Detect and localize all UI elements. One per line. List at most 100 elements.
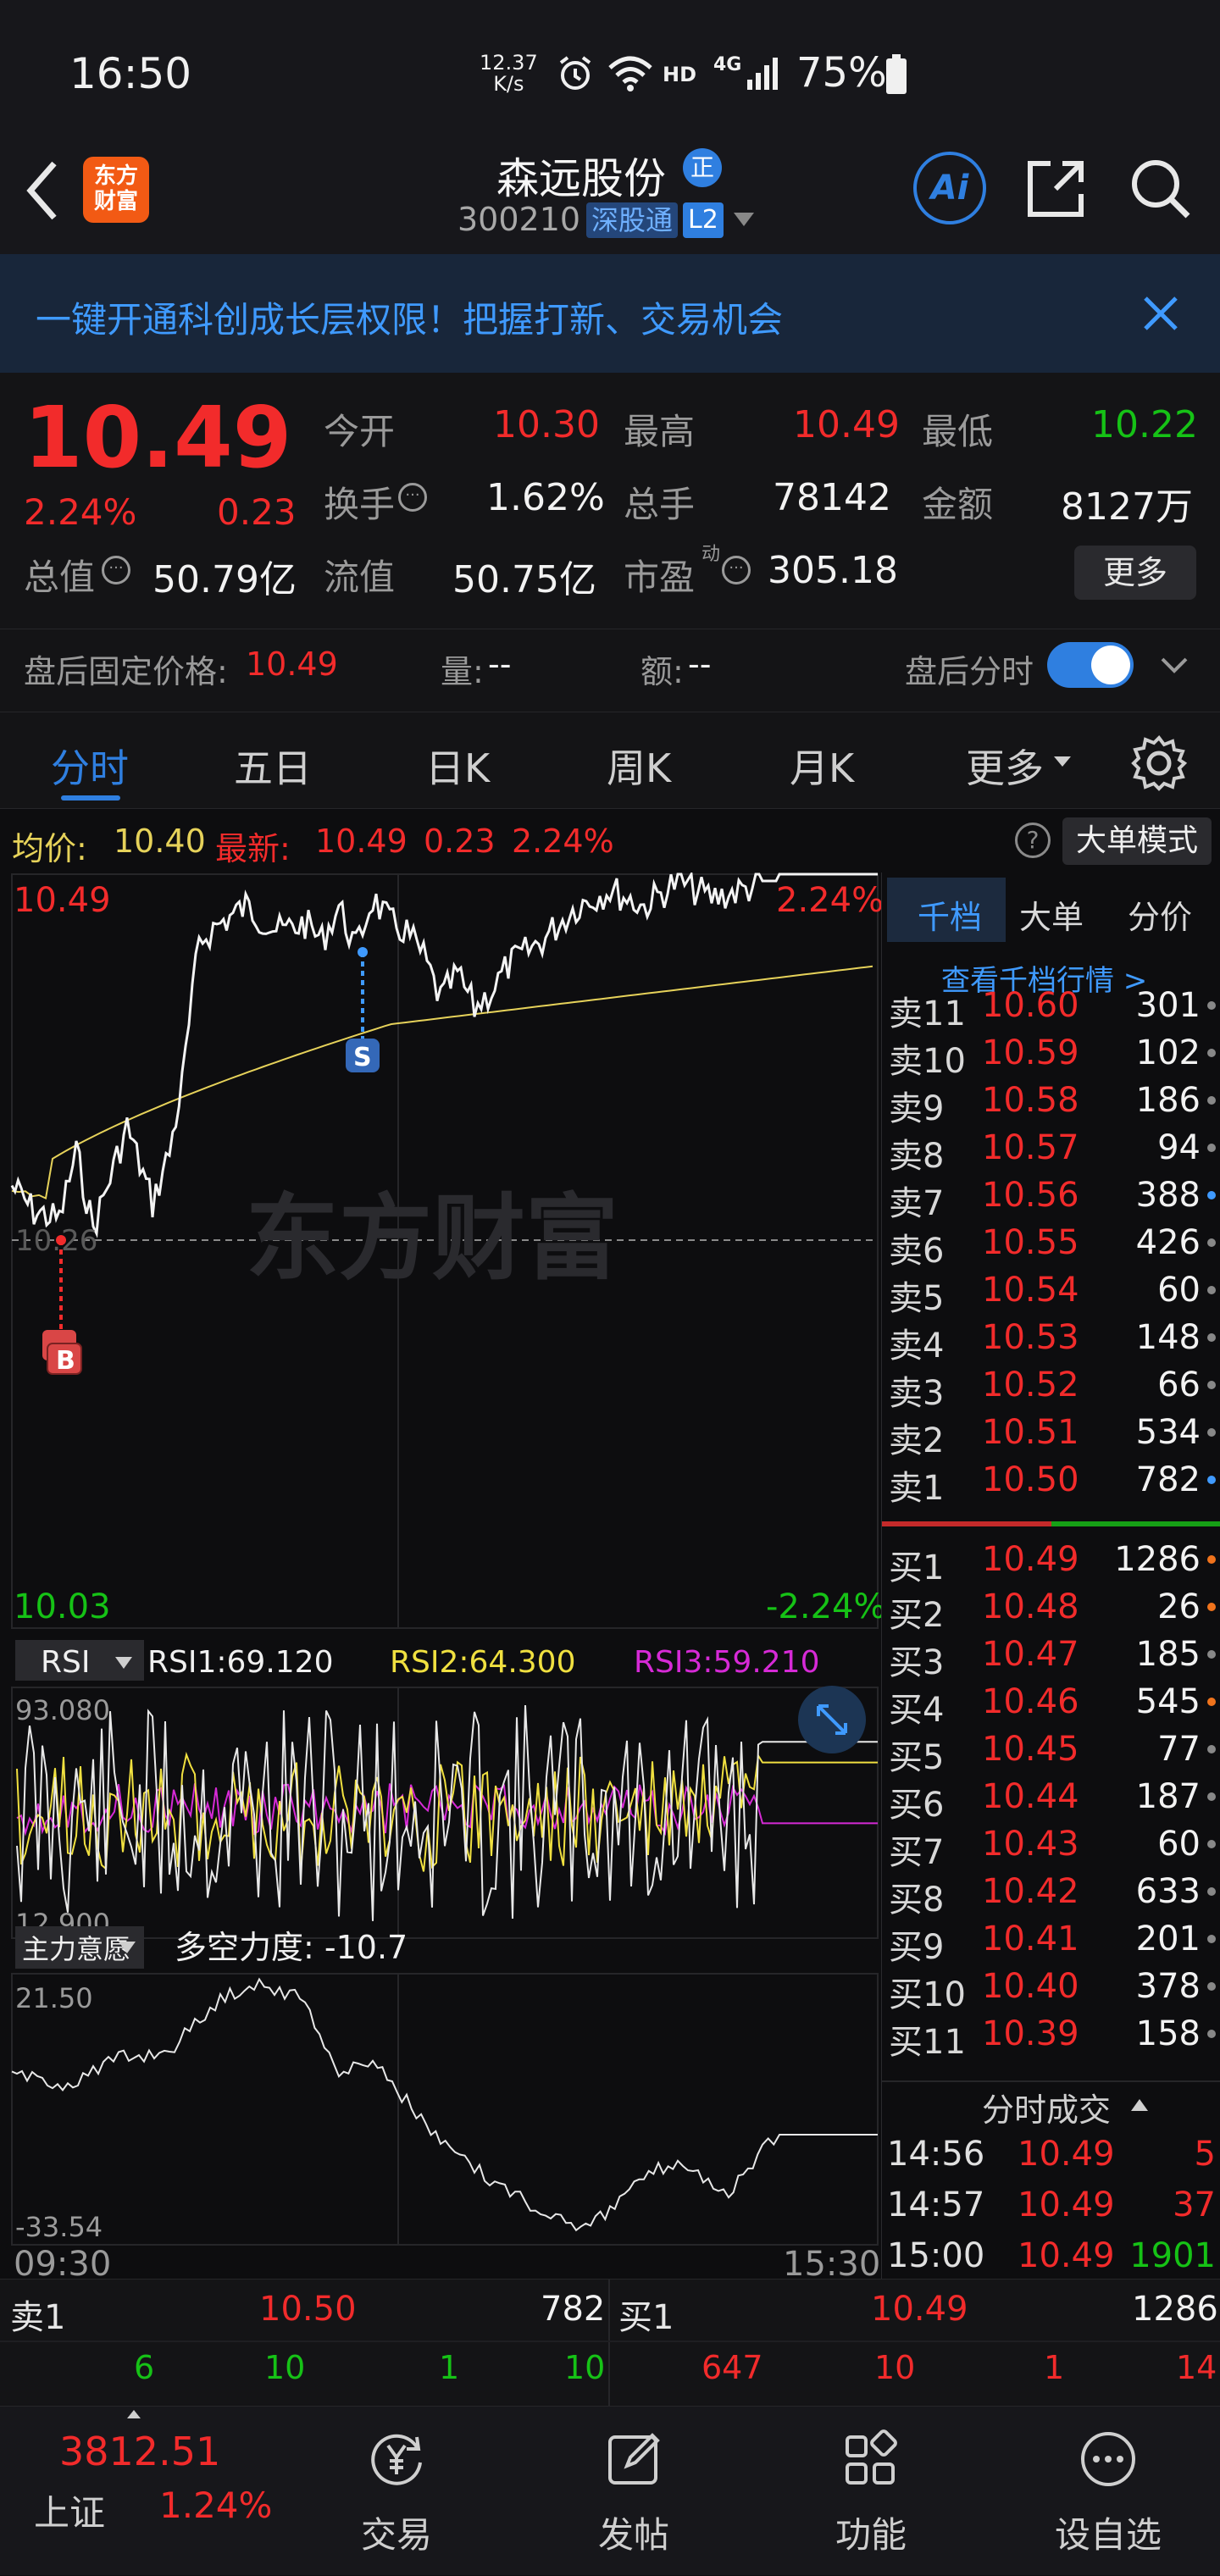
tab-thousand-levels[interactable]: 千档 — [887, 878, 1006, 942]
nav-post[interactable]: 发帖 — [508, 2407, 746, 2576]
ask-row[interactable]: 卖10 10.59 102 — [882, 1028, 1220, 1081]
ask-row[interactable]: 卖6 10.55 426 — [882, 1218, 1220, 1271]
order-dot — [1207, 1286, 1216, 1294]
info-icon[interactable]: ··· — [398, 483, 427, 512]
ask-row[interactable]: 卖9 10.58 186 — [882, 1076, 1220, 1128]
buy-marker[interactable]: B — [56, 1346, 75, 1376]
ask-row[interactable]: 卖5 10.54 60 — [882, 1266, 1220, 1318]
ask-row[interactable]: 卖2 10.51 534 — [882, 1408, 1220, 1460]
tab-intraday[interactable]: 分时 — [51, 738, 129, 794]
close-icon[interactable] — [1142, 295, 1179, 332]
intraday-chart[interactable]: 东方财富 B S 10.49 2.24% 10.26 10.03 -2.24% … — [0, 873, 881, 2279]
bid-row[interactable]: 买10 10.40 378 — [882, 1962, 1220, 2014]
bid-row[interactable]: 买11 10.39 158 — [882, 2009, 1220, 2062]
tab-big-order[interactable]: 大单 — [1019, 891, 1084, 938]
nav-trade-label[interactable]: 交易 — [271, 2507, 522, 2558]
wifi-icon — [608, 56, 652, 91]
nav-functions-label[interactable]: 功能 — [746, 2507, 996, 2558]
tick-price: 10.49 — [1018, 2236, 1115, 2275]
bid-price: 10.44 — [982, 1777, 1079, 1816]
app-logo[interactable]: 东方 财富 — [83, 157, 149, 223]
banner-text[interactable]: 一键开通科创成长层权限！把握打新、交易机会 — [36, 291, 783, 343]
rsi-selector-label[interactable]: RSI — [41, 1645, 90, 1680]
info-icon[interactable]: ··· — [722, 556, 751, 584]
promo-banner[interactable]: 一键开通科创成长层权限！把握打新、交易机会 — [0, 254, 1220, 373]
nav-watchlist-label[interactable]: 设自选 — [983, 2507, 1220, 2558]
intent-selector-label[interactable]: 主力意愿 — [22, 1933, 130, 1965]
chevron-down-icon[interactable] — [1159, 652, 1190, 678]
compose-icon — [608, 2433, 660, 2485]
ask-bid-ratio-red — [882, 1521, 1051, 1526]
order-book-panel: 千档 大单 分价 查看千档行情 > 卖11 10.60 301 卖10 10.5… — [881, 873, 1220, 2279]
bid-row[interactable]: 买8 10.42 633 — [882, 1867, 1220, 1920]
sell-marker[interactable]: S — [353, 1043, 372, 1072]
ai-assistant-icon[interactable]: Ai — [913, 152, 986, 224]
tab-more[interactable]: 更多 — [966, 738, 1044, 794]
bid-level-label: 买11 — [889, 2023, 966, 2062]
bid-row[interactable]: 买9 10.41 201 — [882, 1914, 1220, 1967]
bid-price: 10.40 — [982, 1967, 1079, 2006]
app-logo-line2: 财富 — [93, 189, 138, 214]
tab-daily-k[interactable]: 日K — [425, 738, 490, 794]
signal-icon — [747, 58, 778, 90]
turnover-value: 1.62% — [486, 476, 605, 519]
share-icon[interactable] — [1022, 155, 1090, 223]
ticks-title[interactable]: 分时成交 — [982, 2084, 1111, 2130]
bid-price: 10.41 — [982, 1920, 1079, 1958]
bid-row[interactable]: 买6 10.44 187 — [882, 1772, 1220, 1825]
ask-price: 10.53 — [982, 1318, 1079, 1357]
bid-volume: 185 — [1135, 1635, 1201, 1674]
battery-icon — [886, 54, 907, 94]
watermark: 东方财富 — [246, 1187, 618, 1291]
big-order-mode-button[interactable]: 大单模式 — [1062, 817, 1212, 865]
index-ticker[interactable]: 3812.51 上证 1.24% — [0, 2407, 272, 2576]
tab-underline — [61, 795, 120, 800]
stock-name[interactable]: 森远股份 — [496, 145, 666, 206]
help-icon[interactable]: ? — [1015, 823, 1051, 858]
after-hours-toggle[interactable] — [1047, 642, 1134, 688]
tab-five-day[interactable]: 五日 — [234, 738, 312, 794]
level-badge[interactable]: L2 — [683, 202, 724, 238]
bid-price: 10.47 — [982, 1635, 1079, 1674]
nav-post-label[interactable]: 发帖 — [508, 2507, 759, 2558]
tab-monthly-k[interactable]: 月K — [790, 738, 854, 794]
back-arrow-icon[interactable] — [22, 157, 64, 224]
latest-change: 0.23 — [424, 823, 496, 860]
ask-row[interactable]: 卖7 10.56 388 — [882, 1171, 1220, 1223]
gear-icon[interactable] — [1128, 733, 1190, 794]
bid-row[interactable]: 买4 10.46 545 — [882, 1677, 1220, 1730]
bid-row[interactable]: 买5 10.45 77 — [882, 1725, 1220, 1777]
change-percent: 2.24% — [24, 491, 137, 533]
bid-row[interactable]: 买2 10.48 26 — [882, 1582, 1220, 1635]
tab-weekly-k[interactable]: 周K — [607, 738, 671, 794]
ask-row[interactable]: 卖4 10.53 148 — [882, 1313, 1220, 1366]
order-dot — [1207, 1650, 1216, 1659]
net-speed-unit: K/s — [493, 72, 524, 96]
ask-volume: 426 — [1135, 1223, 1201, 1262]
tab-label[interactable]: 千档 — [918, 891, 982, 938]
nav-watchlist[interactable]: 设自选 — [983, 2407, 1220, 2576]
index-pct: 1.24% — [159, 2485, 273, 2526]
bid-volume: 26 — [1157, 1587, 1201, 1626]
more-button[interactable]: 更多 — [1074, 546, 1196, 600]
order-dot — [1207, 1333, 1216, 1342]
info-icon[interactable]: ··· — [102, 556, 130, 584]
level-dropdown-icon[interactable] — [732, 209, 756, 230]
verified-badge: 正 — [683, 148, 722, 187]
ask-row[interactable]: 卖1 10.50 782 — [882, 1455, 1220, 1508]
bid-row[interactable]: 买1 10.49 1286 — [882, 1535, 1220, 1587]
market-cap-value: 50.79亿 — [152, 558, 297, 601]
nav-trade[interactable]: 交易 — [271, 2407, 508, 2576]
net-speed: 12.37 K/s — [480, 53, 538, 95]
bid-row[interactable]: 买3 10.47 185 — [882, 1630, 1220, 1682]
after-hours-price: 10.49 — [246, 645, 338, 683]
after-hours-amt-label: 额: — [640, 653, 684, 690]
bid-price: 10.45 — [982, 1730, 1079, 1769]
ask-row[interactable]: 卖3 10.52 66 — [882, 1360, 1220, 1413]
tab-price-distribution[interactable]: 分价 — [1128, 891, 1192, 938]
search-icon[interactable] — [1127, 155, 1195, 223]
ask-row[interactable]: 卖11 10.60 301 — [882, 991, 1220, 1033]
bid-row[interactable]: 买7 10.43 60 — [882, 1820, 1220, 1872]
nav-functions[interactable]: 功能 — [746, 2407, 983, 2576]
ask-row[interactable]: 卖8 10.57 94 — [882, 1123, 1220, 1176]
